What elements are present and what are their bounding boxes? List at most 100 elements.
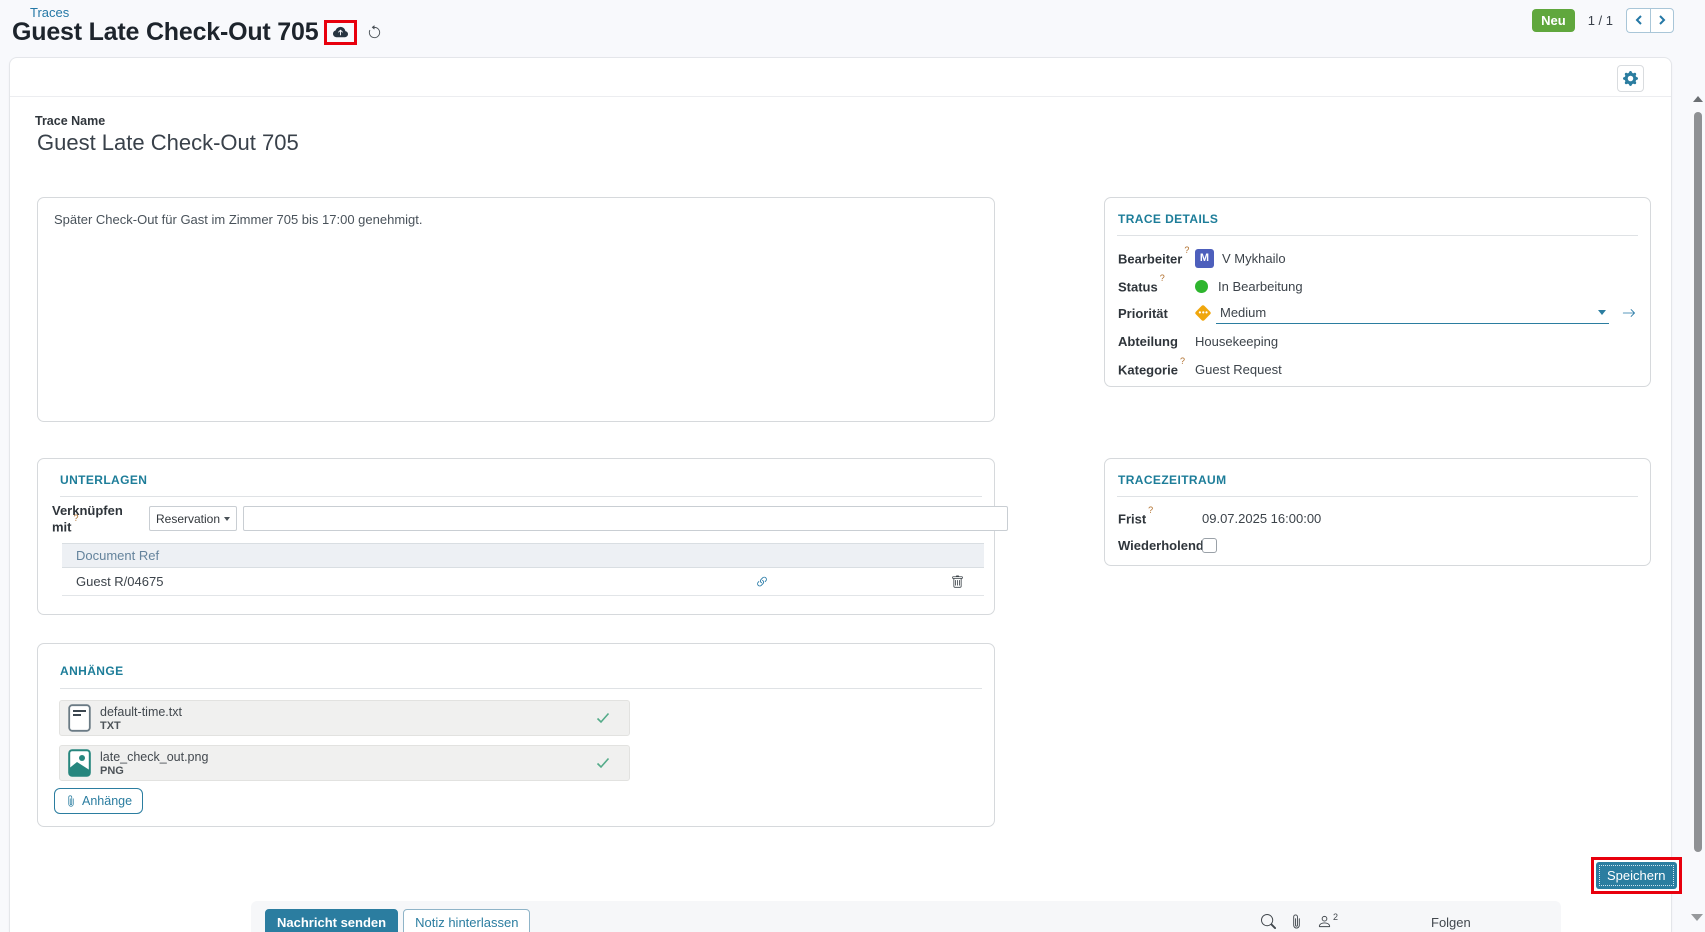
document-search-input[interactable] xyxy=(243,506,1008,531)
trace-details-panel: TRACE DETAILS Bearbeiter? MV Mykhailo St… xyxy=(1104,197,1651,387)
scroll-up-arrow-icon[interactable] xyxy=(1693,96,1703,102)
scroll-down-arrow-icon[interactable] xyxy=(1691,914,1703,921)
bearbeiter-row: Bearbeiter? MV Mykhailo xyxy=(1118,247,1636,269)
wiederholend-checkbox[interactable] xyxy=(1202,538,1217,553)
top-header: Traces Guest Late Check-Out 705 Neu 1 / … xyxy=(0,0,1705,57)
bearbeiter-value[interactable]: MV Mykhailo xyxy=(1195,249,1286,268)
frist-label: Frist? xyxy=(1118,510,1202,526)
divider xyxy=(1117,496,1638,497)
divider xyxy=(60,496,982,497)
status-label: Status? xyxy=(1118,278,1195,294)
follow-button[interactable]: Folgen xyxy=(1431,915,1471,930)
send-message-button[interactable]: Nachricht senden xyxy=(265,909,398,932)
avatar: M xyxy=(1195,249,1214,268)
wiederholend-row: Wiederholend xyxy=(1118,535,1636,555)
abteilung-label: Abteilung xyxy=(1118,334,1195,349)
app-screen: Traces Guest Late Check-Out 705 Neu 1 / … xyxy=(0,0,1705,932)
attachment-card-txt[interactable]: default-time.txt TXT xyxy=(59,700,630,736)
add-attachment-button[interactable]: Anhänge xyxy=(54,788,143,814)
verknuepfen-row: Verknüpfen mit? Reservation xyxy=(52,503,1008,534)
trace-details-title: TRACE DETAILS xyxy=(1118,212,1218,226)
vertical-scrollbar[interactable] xyxy=(1690,90,1705,932)
annotation-box-save-cloud xyxy=(324,20,357,45)
chatter-bar: Nachricht senden Notiz hinterlassen 2 Fo… xyxy=(251,901,1561,932)
abteilung-value[interactable]: Housekeeping xyxy=(1195,334,1278,349)
status-dot-icon xyxy=(1195,280,1208,293)
verknuepfen-label: Verknüpfen mit? xyxy=(52,503,149,534)
settings-gear-button[interactable] xyxy=(1617,65,1644,92)
attachment-card-png[interactable]: late_check_out.png PNG xyxy=(59,745,630,781)
gear-icon xyxy=(1623,71,1638,86)
text-file-icon xyxy=(68,704,91,732)
description-text: Später Check-Out für Gast im Zimmer 705 … xyxy=(38,198,994,243)
caret-down-icon[interactable] xyxy=(1598,310,1606,315)
followers-count: 2 xyxy=(1333,912,1338,922)
caret-down-icon xyxy=(224,517,230,521)
tracezeitraum-panel: TRACEZEITRAUM Frist? 09.07.2025 16:00:00… xyxy=(1104,458,1651,566)
tracezeitraum-title: TRACEZEITRAUM xyxy=(1118,473,1227,487)
kategorie-row: Kategorie? Guest Request xyxy=(1118,358,1636,380)
document-table: Document Ref Guest R/04675 xyxy=(62,543,984,596)
paperclip-icon[interactable] xyxy=(1289,914,1304,929)
scrollbar-thumb[interactable] xyxy=(1694,112,1702,852)
followers-button[interactable]: 2 xyxy=(1317,914,1337,929)
help-icon: ? xyxy=(1148,505,1153,515)
help-icon: ? xyxy=(74,513,79,523)
abteilung-row: Abteilung Housekeeping xyxy=(1118,330,1636,352)
help-icon: ? xyxy=(1160,273,1165,283)
prioritaet-label: Priorität xyxy=(1118,306,1195,321)
pager-prev-button[interactable] xyxy=(1626,8,1650,33)
attachment-meta: default-time.txt TXT xyxy=(100,705,595,732)
uploaded-check-icon xyxy=(595,710,611,726)
cloud-upload-icon[interactable] xyxy=(331,25,350,40)
document-table-header[interactable]: Document Ref xyxy=(62,543,984,568)
attachment-type: TXT xyxy=(100,720,595,732)
model-select-dropdown[interactable]: Reservation xyxy=(149,506,237,531)
kategorie-label: Kategorie? xyxy=(1118,361,1195,377)
internal-link-arrow-icon[interactable] xyxy=(1622,306,1636,320)
prioritaet-select[interactable]: Medium xyxy=(1216,302,1609,324)
attachment-name: default-time.txt xyxy=(100,705,595,719)
trace-name-label: Trace Name xyxy=(35,114,105,128)
discard-undo-icon[interactable] xyxy=(367,25,382,40)
frist-value[interactable]: 09.07.2025 16:00:00 xyxy=(1202,511,1321,526)
attachment-meta: late_check_out.png PNG xyxy=(100,750,595,777)
open-link-icon[interactable] xyxy=(755,575,769,589)
paperclip-icon xyxy=(65,795,77,807)
anhaenge-title: ANHÄNGE xyxy=(60,664,123,678)
delete-trash-icon[interactable] xyxy=(951,575,964,589)
description-textarea[interactable]: Später Check-Out für Gast im Zimmer 705 … xyxy=(37,197,995,422)
bearbeiter-label: Bearbeiter? xyxy=(1118,250,1195,266)
pager-counter: 1 / 1 xyxy=(1588,13,1613,28)
chevron-left-icon xyxy=(1634,15,1644,25)
frist-row: Frist? 09.07.2025 16:00:00 xyxy=(1118,508,1636,528)
divider xyxy=(1117,235,1638,236)
chevron-right-icon xyxy=(1657,15,1667,25)
save-button[interactable]: Speichern xyxy=(1596,862,1677,889)
search-icon[interactable] xyxy=(1261,914,1276,929)
document-ref-value: Guest R/04675 xyxy=(76,574,163,589)
form-card: Trace Name Guest Late Check-Out 705 Spät… xyxy=(9,57,1672,932)
log-note-button[interactable]: Notiz hinterlassen xyxy=(403,909,530,932)
help-icon: ? xyxy=(1184,245,1189,255)
prioritaet-value: Medium xyxy=(1220,305,1598,320)
unterlagen-panel: UNTERLAGEN Verknüpfen mit? Reservation D… xyxy=(37,458,995,615)
pager-next-button[interactable] xyxy=(1650,8,1674,33)
image-file-icon xyxy=(68,749,91,777)
document-table-row[interactable]: Guest R/04675 xyxy=(62,568,984,596)
new-button[interactable]: Neu xyxy=(1532,9,1575,32)
status-value[interactable]: In Bearbeitung xyxy=(1195,279,1303,294)
help-icon: ? xyxy=(1180,356,1185,366)
divider xyxy=(60,688,982,689)
unterlagen-title: UNTERLAGEN xyxy=(60,473,147,487)
kategorie-value[interactable]: Guest Request xyxy=(1195,362,1282,377)
form-toolbar xyxy=(10,58,1671,97)
followers-person-icon xyxy=(1317,914,1332,929)
page-title: Guest Late Check-Out 705 xyxy=(12,18,318,47)
status-row: Status? In Bearbeitung xyxy=(1118,275,1636,297)
attachment-name: late_check_out.png xyxy=(100,750,595,764)
prioritaet-row: Priorität ••• Medium xyxy=(1118,302,1636,324)
annotation-box-save-button: Speichern xyxy=(1591,857,1682,894)
anhaenge-panel: ANHÄNGE default-time.txt TXT late_check_… xyxy=(37,643,995,827)
trace-name-input[interactable]: Guest Late Check-Out 705 xyxy=(37,130,437,156)
